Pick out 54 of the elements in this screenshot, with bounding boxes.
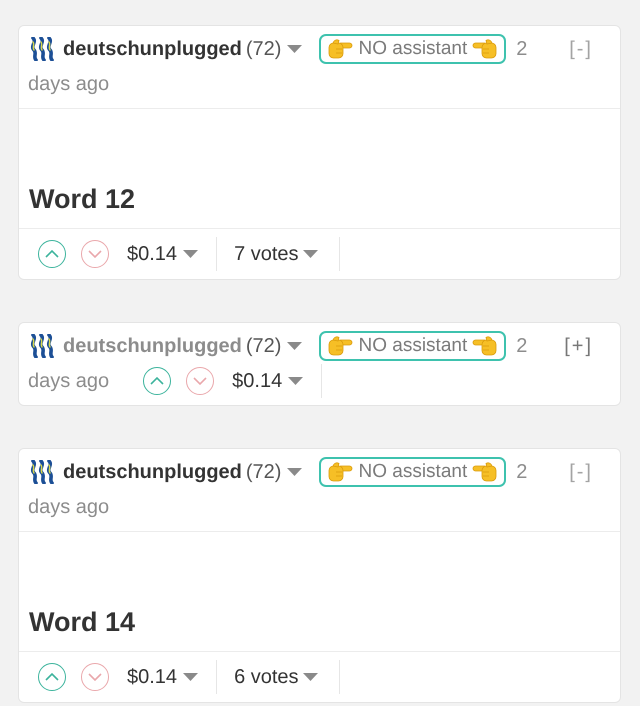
reputation-score: (72)	[246, 334, 282, 358]
upvote-button[interactable]	[38, 663, 66, 691]
timestamp[interactable]: days ago	[28, 72, 110, 96]
chevron-down-icon	[88, 250, 102, 258]
author-link[interactable]: deutschunplugged	[63, 334, 242, 358]
caret-icon	[183, 250, 198, 258]
chevron-down-icon	[193, 377, 208, 385]
payout-button[interactable]: $0.14	[109, 242, 216, 266]
hand-pointing-right-icon	[328, 462, 354, 482]
comment-title: Word 14	[29, 606, 136, 639]
collapse-toggle[interactable]: [+]	[564, 334, 593, 358]
assistant-note: NO assistant	[358, 335, 468, 357]
payout-button[interactable]: $0.14	[214, 370, 322, 392]
reputation-score: (72)	[246, 460, 282, 484]
assistant-note: NO assistant	[358, 461, 468, 483]
chevron-up-icon	[150, 377, 164, 385]
hand-pointing-left-icon	[472, 39, 498, 59]
upvote-button[interactable]	[143, 367, 172, 395]
caret-icon	[302, 673, 318, 681]
chevron-up-icon	[45, 250, 59, 258]
timestamp[interactable]: 2	[516, 460, 528, 484]
waves-avatar-icon	[28, 37, 56, 61]
hand-pointing-left-icon	[472, 462, 498, 482]
hand-pointing-right-icon	[328, 336, 354, 356]
caret-icon[interactable]	[287, 468, 302, 476]
timestamp[interactable]: days ago	[28, 496, 110, 518]
downvote-button[interactable]	[186, 367, 214, 395]
hand-pointing-right-icon	[328, 39, 354, 59]
collapse-toggle[interactable]: [-]	[569, 38, 593, 60]
reputation-score: (72)	[246, 38, 282, 60]
caret-icon	[288, 377, 304, 385]
votes-button[interactable]: 7 votes	[217, 242, 339, 266]
waves-avatar-icon	[28, 460, 56, 484]
timestamp[interactable]: 2	[516, 38, 528, 60]
caret-icon[interactable]	[287, 45, 302, 53]
caret-icon	[302, 250, 318, 258]
assistant-note: NO assistant	[358, 38, 468, 60]
timestamp[interactable]: 2	[516, 334, 528, 358]
downvote-button[interactable]	[81, 240, 109, 268]
votes-button[interactable]: 6 votes	[217, 666, 339, 688]
caret-icon	[183, 673, 198, 681]
downvote-button[interactable]	[81, 663, 109, 691]
payout-button[interactable]: $0.14	[109, 666, 216, 688]
chevron-down-icon	[88, 673, 102, 681]
hand-pointing-left-icon	[472, 336, 498, 356]
chevron-up-icon	[45, 673, 59, 681]
comment-title: Word 12	[29, 183, 136, 216]
collapse-toggle[interactable]: [-]	[569, 460, 593, 484]
timestamp[interactable]: days ago	[28, 370, 110, 392]
caret-icon[interactable]	[287, 342, 302, 350]
author-link[interactable]: deutschunplugged	[63, 460, 242, 484]
author-link[interactable]: deutschunplugged	[63, 38, 242, 60]
waves-avatar-icon	[28, 334, 56, 358]
upvote-button[interactable]	[38, 240, 66, 268]
